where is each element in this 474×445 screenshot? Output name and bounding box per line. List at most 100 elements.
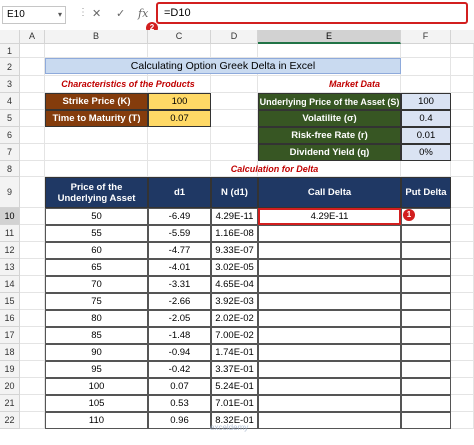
row-header-11[interactable]: 11 (0, 225, 20, 242)
table-cell-d1[interactable]: 0.53 (148, 395, 211, 412)
table-cell-price[interactable]: 95 (45, 361, 148, 378)
table-cell-d1[interactable]: -1.48 (148, 327, 211, 344)
enter-icon[interactable]: ✓ (116, 6, 125, 22)
grid-cell[interactable] (20, 395, 45, 412)
name-box[interactable]: E10 ▾ (2, 6, 66, 24)
grid-cell[interactable] (20, 242, 45, 259)
row-header-13[interactable]: 13 (0, 259, 20, 276)
column-header-a[interactable]: A (20, 30, 45, 44)
grid-cell[interactable] (451, 208, 474, 225)
row-header-5[interactable]: 5 (0, 110, 20, 127)
row-header-14[interactable]: 14 (0, 276, 20, 293)
table-cell-put[interactable] (401, 412, 451, 429)
column-header-f[interactable]: F (401, 30, 451, 44)
grid-cell[interactable] (211, 144, 258, 161)
grid-cell[interactable] (451, 412, 474, 429)
grid-cell[interactable] (451, 310, 474, 327)
table-cell-nd1[interactable]: 3.02E-05 (211, 259, 258, 276)
table-cell-put[interactable] (401, 242, 451, 259)
column-header-b[interactable]: B (45, 30, 148, 44)
table-cell-call[interactable] (258, 361, 401, 378)
table-cell-price[interactable]: 100 (45, 378, 148, 395)
row-header-3[interactable]: 3 (0, 76, 20, 93)
grid-cell[interactable] (20, 58, 45, 76)
grid-cell[interactable] (451, 242, 474, 259)
table-cell-price[interactable]: 70 (45, 276, 148, 293)
grid-cell[interactable] (451, 378, 474, 395)
table-cell-put[interactable] (401, 378, 451, 395)
insert-function-icon[interactable]: fx (138, 6, 148, 22)
grid-cell[interactable] (20, 208, 45, 225)
grid-cell[interactable] (45, 127, 148, 144)
table-cell-price[interactable]: 55 (45, 225, 148, 242)
row-header-17[interactable]: 17 (0, 327, 20, 344)
grid-cell[interactable] (451, 225, 474, 242)
grid-cell[interactable] (451, 58, 474, 76)
table-cell-put[interactable] (401, 293, 451, 310)
table-cell-nd1[interactable]: 4.29E-11 (211, 208, 258, 225)
grid-cell[interactable] (20, 110, 45, 127)
table-cell-price[interactable]: 105 (45, 395, 148, 412)
grid-cell[interactable] (451, 44, 474, 58)
row-header-18[interactable]: 18 (0, 344, 20, 361)
grid-cell[interactable] (401, 44, 451, 58)
table-cell-call[interactable] (258, 344, 401, 361)
row-header-21[interactable]: 21 (0, 395, 20, 412)
table-cell-call[interactable] (258, 259, 401, 276)
table-cell-price[interactable]: 60 (45, 242, 148, 259)
table-cell-call[interactable] (258, 378, 401, 395)
grid-cell[interactable] (451, 276, 474, 293)
cancel-icon[interactable]: ✕ (92, 6, 101, 22)
grid-cell[interactable] (20, 378, 45, 395)
grid-cell[interactable] (148, 44, 211, 58)
table-cell-put[interactable] (401, 344, 451, 361)
grid-cell[interactable] (451, 144, 474, 161)
table-cell-nd1[interactable]: 3.92E-03 (211, 293, 258, 310)
grid-cell[interactable] (20, 225, 45, 242)
table-cell-price[interactable]: 110 (45, 412, 148, 429)
table-cell-call[interactable] (258, 225, 401, 242)
underlying-price-value[interactable]: 100 (401, 93, 451, 110)
grid-cell[interactable] (20, 127, 45, 144)
strike-price-value[interactable]: 100 (148, 93, 211, 110)
grid-cell[interactable] (401, 58, 451, 76)
table-cell-d1[interactable]: -3.31 (148, 276, 211, 293)
grid-cell[interactable] (451, 93, 474, 110)
table-cell-nd1[interactable]: 7.00E-02 (211, 327, 258, 344)
row-header-19[interactable]: 19 (0, 361, 20, 378)
table-cell-nd1[interactable]: 5.24E-01 (211, 378, 258, 395)
table-cell-nd1[interactable]: 9.33E-07 (211, 242, 258, 259)
table-cell-put[interactable] (401, 327, 451, 344)
chevron-down-icon[interactable]: ▾ (58, 7, 62, 23)
grid-cell[interactable] (20, 259, 45, 276)
row-header-15[interactable]: 15 (0, 293, 20, 310)
grid-cell[interactable] (45, 161, 148, 177)
grid-cell[interactable] (451, 127, 474, 144)
row-header-6[interactable]: 6 (0, 127, 20, 144)
table-cell-put[interactable] (401, 361, 451, 378)
table-cell-d1[interactable]: -6.49 (148, 208, 211, 225)
grid-cell[interactable] (451, 361, 474, 378)
grid-cell[interactable] (148, 144, 211, 161)
grid-cell[interactable] (451, 395, 474, 412)
grid-cell[interactable] (45, 144, 148, 161)
row-header-20[interactable]: 20 (0, 378, 20, 395)
grid-cell[interactable] (20, 327, 45, 344)
grid-cell[interactable] (451, 293, 474, 310)
risk-free-rate-value[interactable]: 0.01 (401, 127, 451, 144)
grid-cell[interactable] (20, 361, 45, 378)
row-header-1[interactable]: 1 (0, 44, 20, 58)
column-header-g[interactable] (451, 30, 474, 44)
formula-input[interactable]: =D10 (156, 2, 468, 24)
grid-cell[interactable] (20, 310, 45, 327)
table-cell-call[interactable] (258, 310, 401, 327)
table-cell-d1[interactable]: 0.96 (148, 412, 211, 429)
table-cell-d1[interactable]: 0.07 (148, 378, 211, 395)
table-cell-price[interactable]: 75 (45, 293, 148, 310)
grid-cell[interactable] (211, 44, 258, 58)
row-header-9[interactable]: 9 (0, 177, 20, 208)
column-header-e[interactable]: E (258, 30, 401, 44)
select-all-corner[interactable] (0, 30, 20, 44)
table-cell-call[interactable] (258, 412, 401, 429)
table-cell-call[interactable] (258, 276, 401, 293)
